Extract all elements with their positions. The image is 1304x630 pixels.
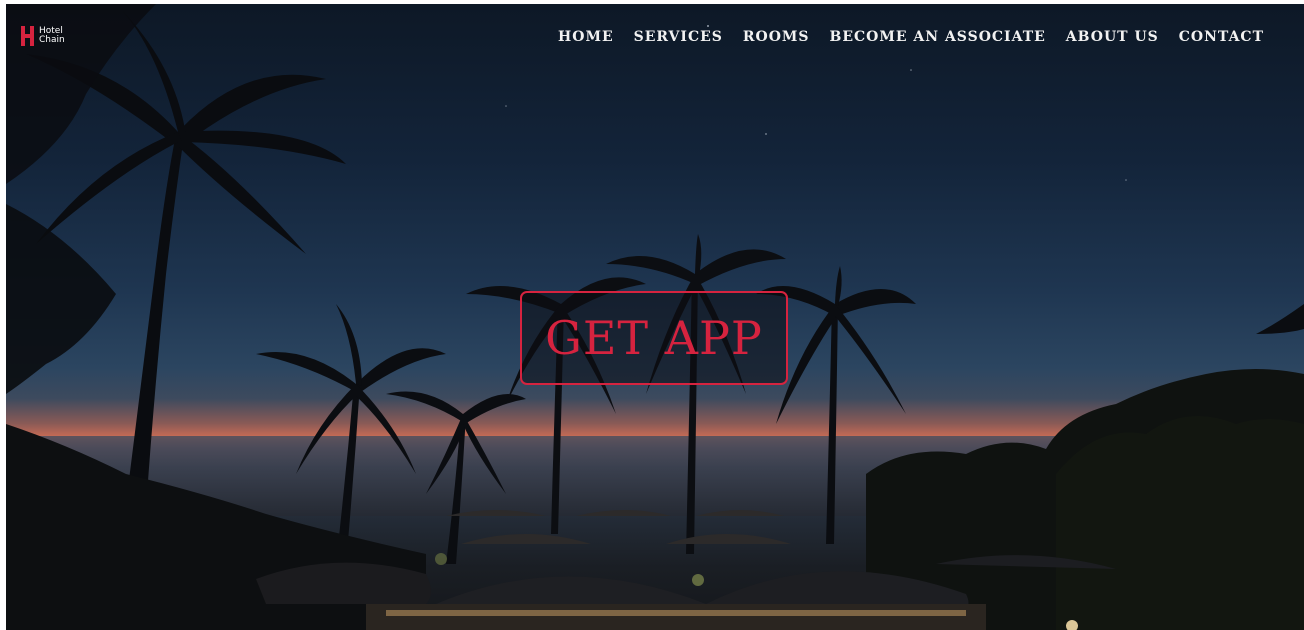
- brand-logo[interactable]: Hotel Chain: [21, 26, 65, 46]
- nav-item-home[interactable]: HOME: [558, 29, 614, 45]
- main-nav: HOME SERVICES ROOMS BECOME AN ASSOCIATE …: [558, 29, 1264, 45]
- nav-item-rooms[interactable]: ROOMS: [743, 29, 810, 45]
- nav-item-about-us[interactable]: ABOUT US: [1066, 29, 1159, 45]
- nav-item-services[interactable]: SERVICES: [634, 29, 723, 45]
- hotel-chain-logo-icon: [21, 26, 36, 46]
- nav-item-contact[interactable]: CONTACT: [1179, 29, 1264, 45]
- nav-item-become-an-associate[interactable]: BECOME AN ASSOCIATE: [830, 29, 1046, 45]
- brand-name: Hotel Chain: [39, 26, 65, 45]
- hero-section: Hotel Chain HOME SERVICES ROOMS BECOME A…: [6, 4, 1304, 630]
- get-app-button[interactable]: GET APP: [520, 291, 788, 385]
